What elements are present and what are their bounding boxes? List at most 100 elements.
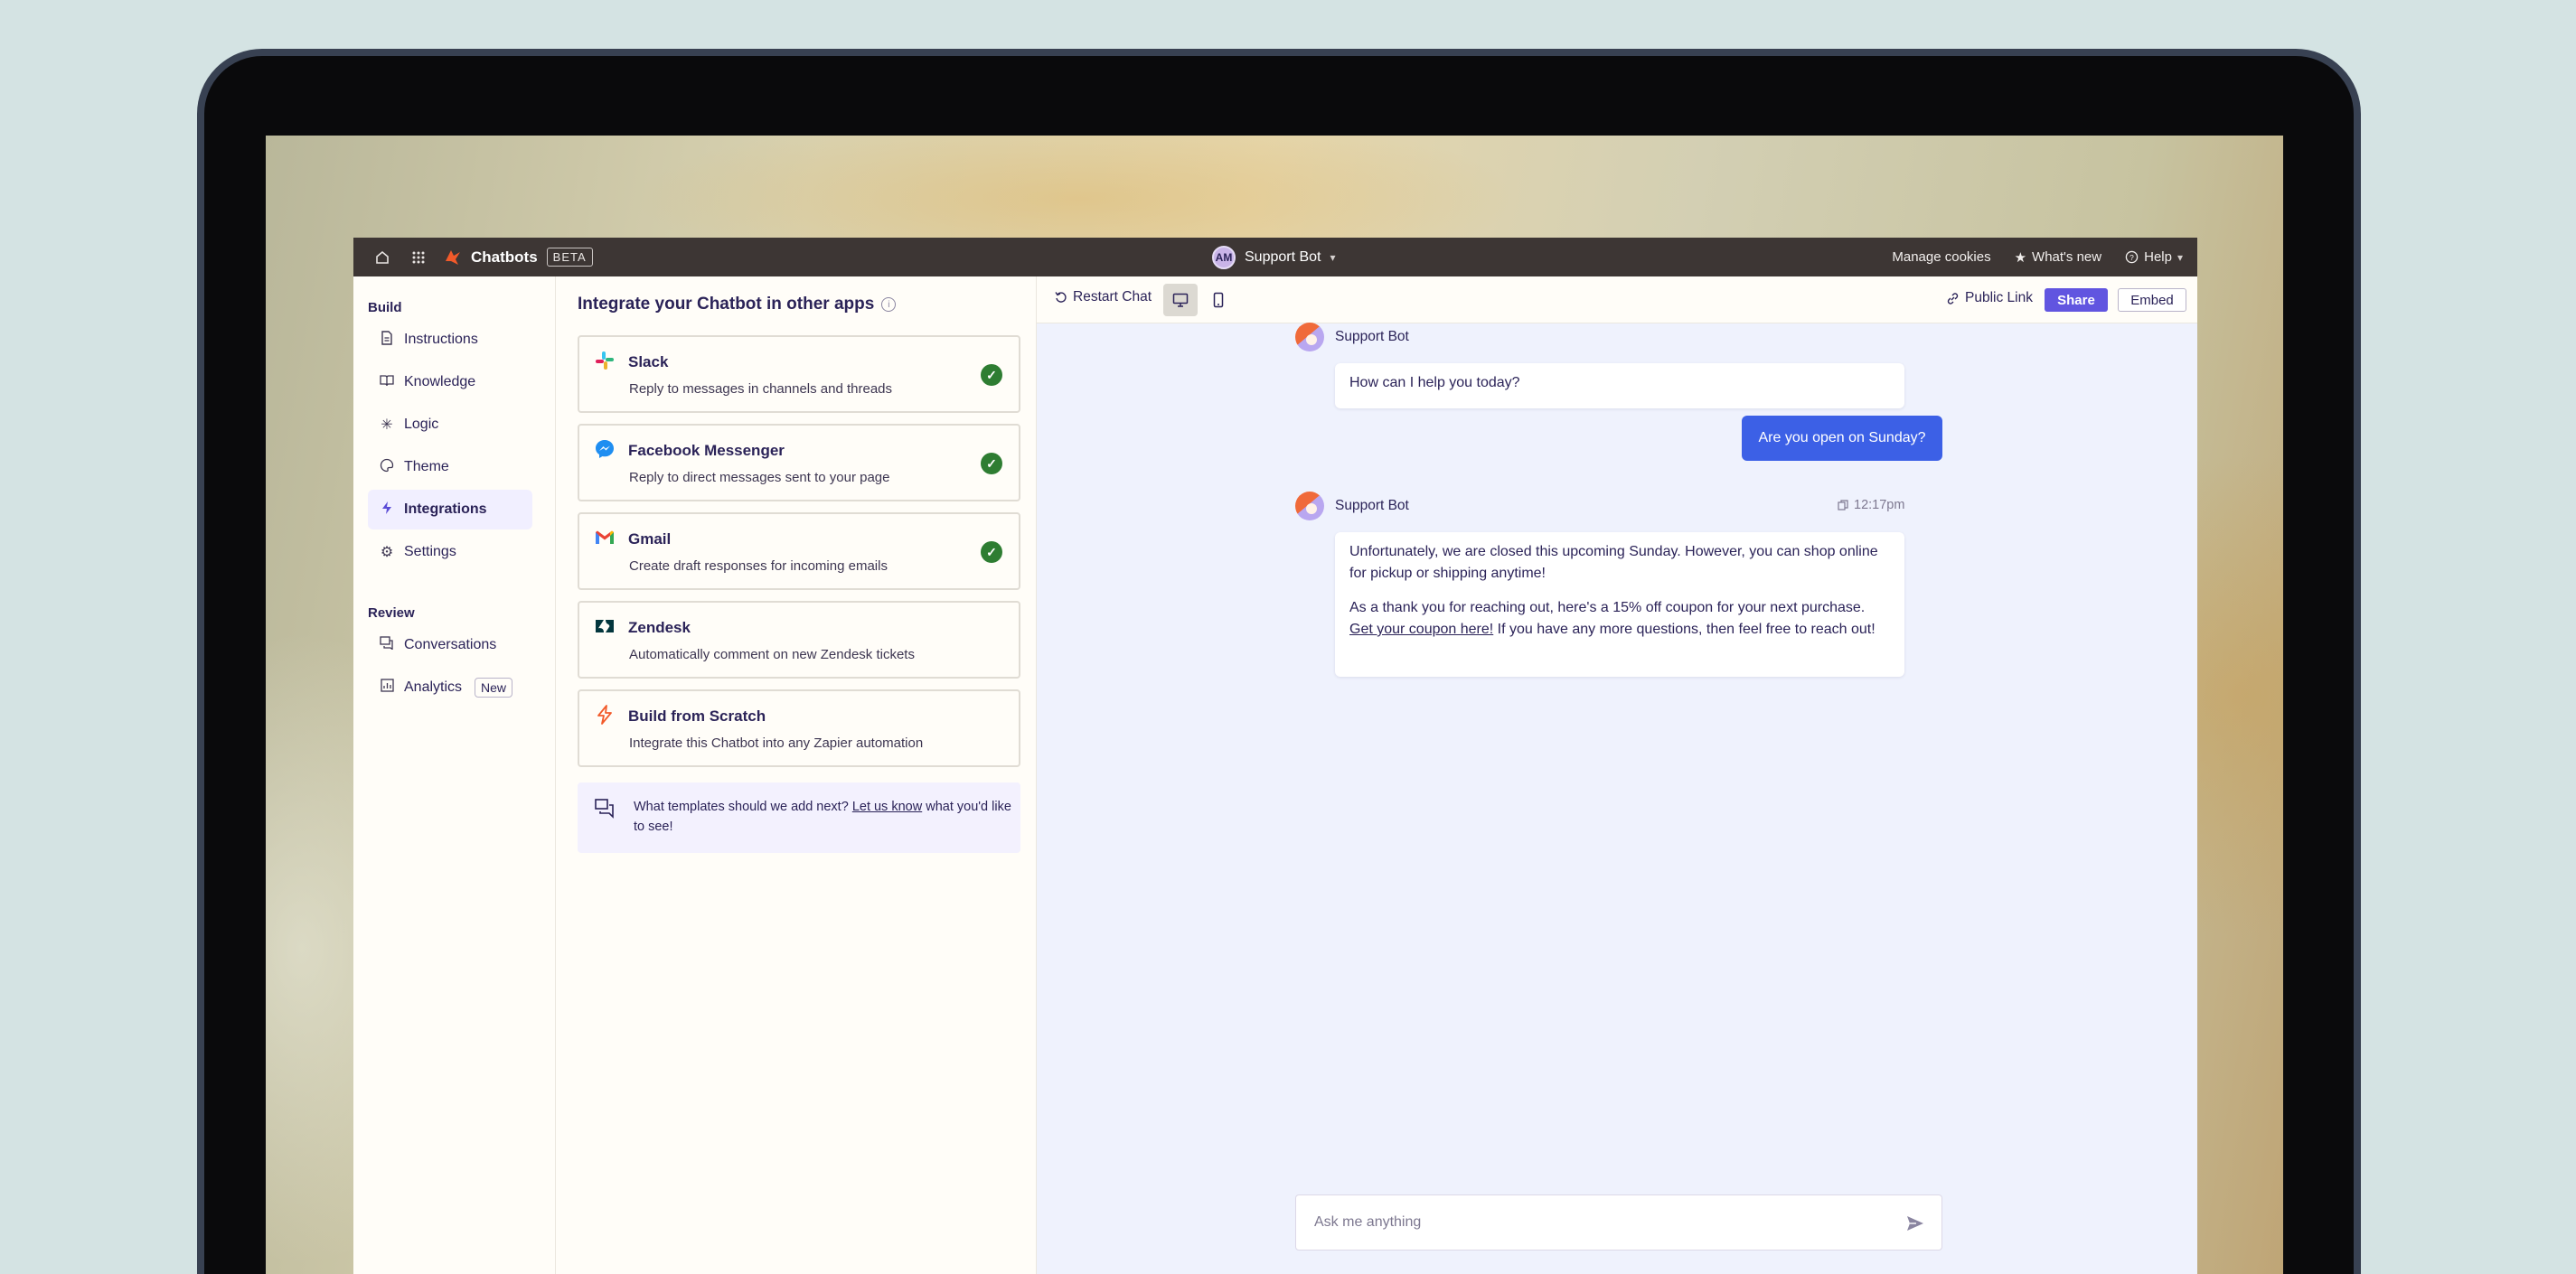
apps-grid-icon[interactable] (400, 238, 437, 276)
integration-description: Reply to messages in channels and thread… (629, 381, 893, 397)
integration-card-zendesk[interactable]: Zendesk Automatically comment on new Zen… (578, 601, 1020, 679)
timestamp-text: 12:17pm (1854, 498, 1905, 512)
integration-card-slack[interactable]: Slack Reply to messages in channels and … (578, 335, 1020, 413)
reply-text: If you have any more questions, then fee… (1493, 622, 1876, 637)
connected-check-icon: ✓ (981, 541, 1002, 563)
sidebar-item-label: Theme (404, 459, 449, 474)
bot-avatar (1295, 323, 1324, 351)
connected-check-icon: ✓ (981, 364, 1002, 386)
reply-paragraph-2: As a thank you for reaching out, here's … (1349, 597, 1890, 641)
app-name[interactable]: Chatbots (471, 248, 538, 267)
sidebar-item-label: Settings (404, 544, 456, 559)
template-suggestion-tip: What templates should we add next? Let u… (578, 782, 1020, 853)
chat-toolbar: Restart Chat Public Link Share Embed (1037, 276, 2197, 323)
sidebar-item-conversations[interactable]: Conversations (368, 625, 532, 665)
integration-name: Gmail (628, 530, 672, 548)
share-button[interactable]: Share (2045, 288, 2108, 312)
sidebar-item-label: Instructions (404, 332, 478, 347)
gear-icon: ⚙ (380, 545, 394, 560)
bot-reply-bubble: Unfortunately, we are closed this upcomi… (1335, 532, 1904, 677)
sidebar-item-label: Conversations (404, 637, 497, 652)
sidebar-section-build: Build (368, 300, 402, 315)
send-icon[interactable] (1905, 1213, 1925, 1233)
slack-logo-icon (596, 351, 614, 370)
restart-chat-button[interactable]: Restart Chat (1055, 289, 1152, 305)
reply-paragraph-1: Unfortunately, we are closed this upcomi… (1349, 544, 1878, 581)
new-badge: New (475, 678, 513, 698)
let-us-know-link[interactable]: Let us know (852, 800, 922, 814)
user-message-bubble: Are you open on Sunday? (1742, 416, 1942, 461)
chat-icon (379, 636, 395, 654)
embed-button[interactable]: Embed (2118, 288, 2186, 312)
bot-name: Support Bot (1335, 329, 1409, 344)
sidebar-item-integrations[interactable]: Integrations (368, 490, 532, 529)
asterisk-icon: ✳ (381, 417, 393, 433)
desktop-icon (1172, 293, 1189, 307)
sidebar-item-theme[interactable]: Theme (368, 447, 532, 487)
zendesk-logo-icon (596, 620, 614, 632)
zapier-bolt-icon (597, 705, 612, 725)
bot-selector[interactable]: AM Support Bot ▾ (1212, 238, 1336, 276)
integrations-title: Integrate your Chatbot in other apps i (578, 295, 897, 314)
sidebar-item-analytics[interactable]: Analytics New (368, 668, 532, 707)
beta-badge: BETA (546, 248, 593, 267)
gmail-logo-icon (596, 530, 614, 544)
sidebar-item-settings[interactable]: ⚙ Settings (368, 532, 532, 572)
chatbots-logo-icon (446, 249, 460, 265)
sidebar-item-label: Knowledge (404, 374, 476, 389)
chatbots-app-window: Chatbots BETA AM Support Bot ▾ Manage co… (353, 238, 2197, 1274)
reply-text: As a thank you for reaching out, here's … (1349, 600, 1866, 615)
sidebar-item-label: Integrations (404, 501, 487, 517)
mobile-view-button[interactable] (1201, 284, 1236, 316)
sidebar-item-knowledge[interactable]: Knowledge (368, 362, 532, 402)
integration-card-gmail[interactable]: Gmail Create draft responses for incomin… (578, 512, 1020, 590)
integration-name: Zendesk (628, 619, 691, 636)
integration-description: Reply to direct messages sent to your pa… (629, 470, 890, 485)
sidebar-item-logic[interactable]: ✳ Logic (368, 405, 532, 445)
help-icon: ? (2125, 250, 2139, 264)
sidebar-item-label: Analytics (404, 679, 463, 695)
message-timestamp[interactable]: 12:17pm (1838, 498, 1904, 512)
palette-icon (379, 458, 395, 477)
messenger-logo-icon (596, 440, 614, 458)
book-icon (379, 374, 395, 391)
top-bar: Chatbots BETA AM Support Bot ▾ Manage co… (353, 238, 2197, 276)
integration-name: Build from Scratch (628, 707, 766, 725)
whats-new-label: What's new (2032, 249, 2102, 265)
integration-description: Integrate this Chatbot into any Zapier a… (629, 735, 924, 751)
chat-bubbles-icon (595, 799, 614, 819)
public-link-label: Public Link (1965, 290, 2033, 305)
svg-text:?: ? (2129, 253, 2134, 262)
integration-description: Automatically comment on new Zendesk tic… (629, 647, 915, 662)
manage-cookies-link[interactable]: Manage cookies (1892, 249, 1990, 265)
desktop-wallpaper: Chatbots BETA AM Support Bot ▾ Manage co… (266, 136, 2283, 1274)
coupon-link[interactable]: Get your coupon here! (1349, 622, 1493, 637)
tip-text-before: What templates should we add next? (634, 800, 852, 814)
desktop-view-button[interactable] (1163, 284, 1198, 316)
info-icon[interactable]: i (881, 297, 897, 312)
integration-name: Slack (628, 353, 669, 370)
mobile-icon (1213, 292, 1224, 308)
bot-greeting-bubble: How can I help you today? (1335, 363, 1904, 408)
whats-new-link[interactable]: ★ What's new (2015, 249, 2102, 266)
integrations-title-text: Integrate your Chatbot in other apps (578, 295, 875, 314)
copy-icon (1838, 500, 1848, 511)
chat-preview: Restart Chat Public Link Share Embed Sup… (1037, 276, 2197, 1274)
sidebar-item-instructions[interactable]: Instructions (368, 320, 532, 360)
integration-card-facebook-messenger[interactable]: Facebook Messenger Reply to direct messa… (578, 424, 1020, 501)
star-icon: ★ (2014, 249, 2027, 266)
help-menu[interactable]: ? Help ▾ (2125, 249, 2183, 265)
chevron-down-icon: ▾ (2176, 250, 2183, 264)
chevron-down-icon: ▾ (1330, 250, 1336, 264)
public-link-button[interactable]: Public Link (1946, 290, 2033, 306)
help-label: Help (2144, 249, 2172, 265)
chat-message-input[interactable] (1314, 1210, 1875, 1235)
home-icon[interactable] (364, 238, 400, 276)
chart-icon (379, 679, 395, 697)
integration-card-build-from-scratch[interactable]: Build from Scratch Integrate this Chatbo… (578, 689, 1020, 767)
chat-input-box (1295, 1194, 1942, 1251)
bot-avatar (1295, 492, 1324, 520)
sidebar: Build Instructions Knowledge ✳ Logic The… (353, 276, 556, 1274)
bot-message-header: Support Bot (1295, 492, 1409, 520)
sidebar-item-label: Logic (404, 417, 439, 432)
